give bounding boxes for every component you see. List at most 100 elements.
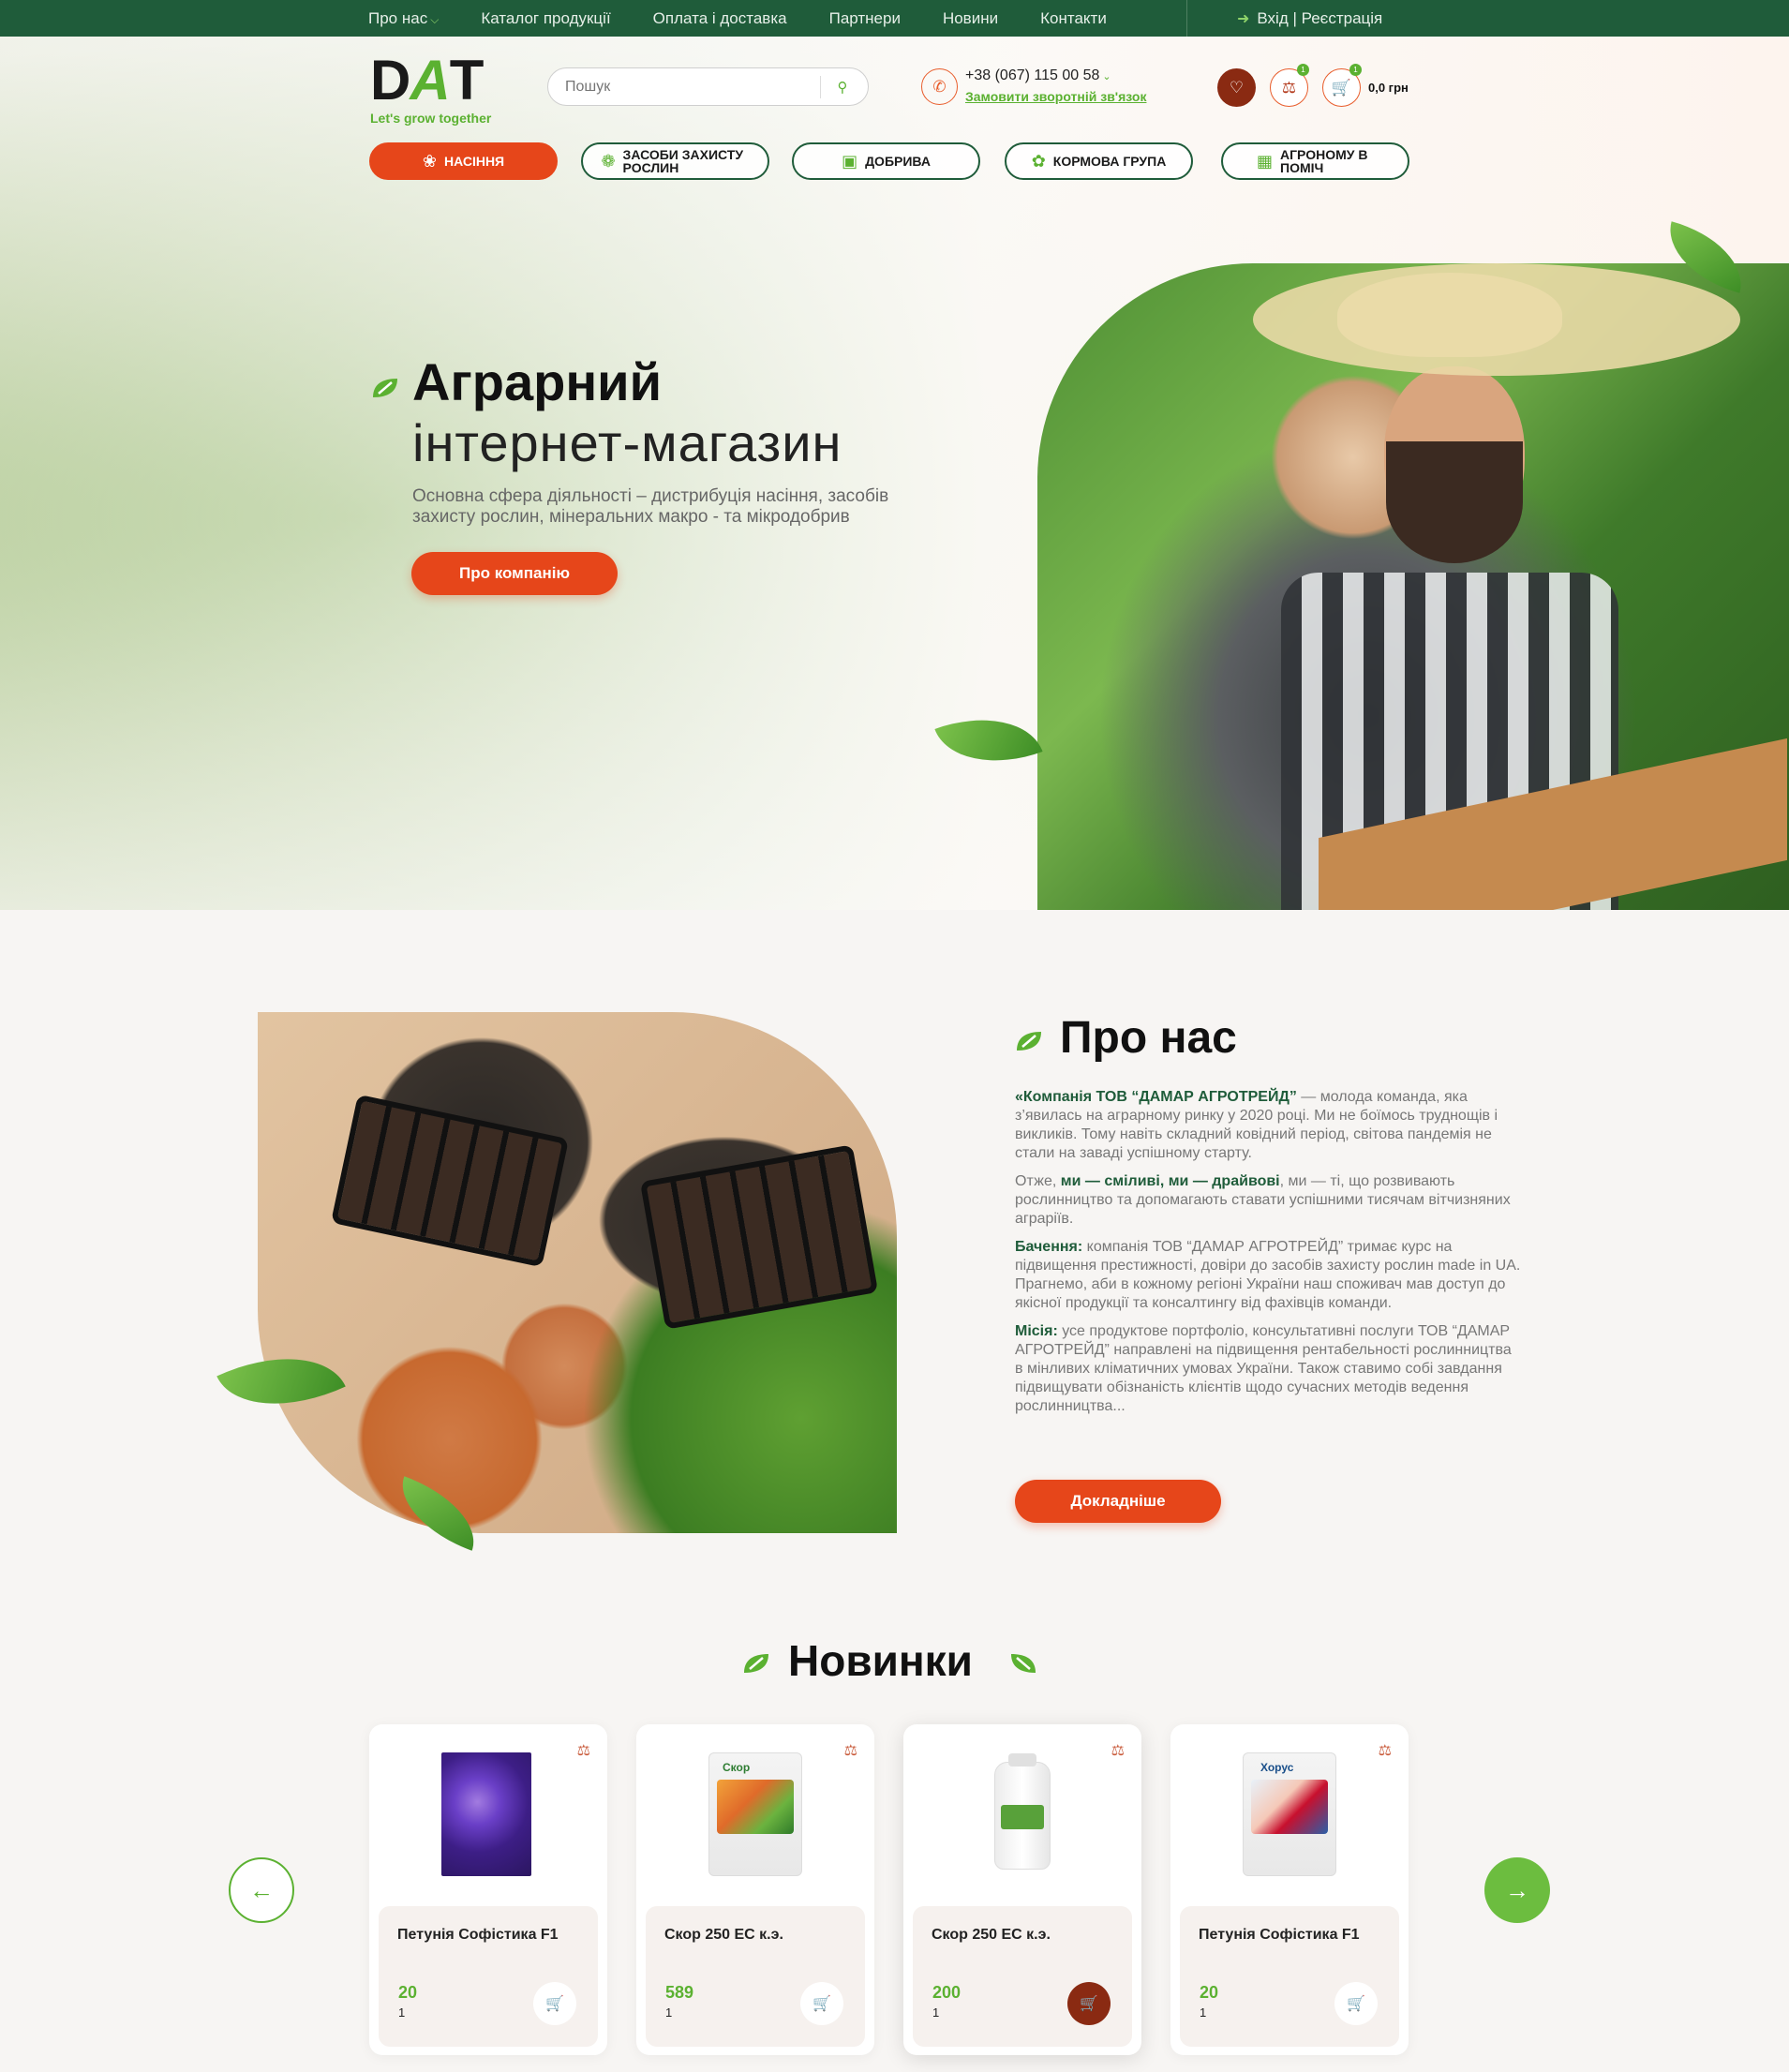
cart-icon: 🛒: [1347, 1996, 1365, 2012]
product-info: Скор 250 ЕС к.э. 589 1 🛒: [646, 1906, 865, 2047]
fertilizer-icon: ▣: [842, 152, 858, 171]
product-name[interactable]: Петунія Софістика F1: [397, 1927, 559, 1944]
divider: [1186, 0, 1187, 37]
product-info: Скор 250 ЕС к.э. 200 1 🛒: [913, 1906, 1132, 2047]
cart-icon: 🛒: [1331, 78, 1352, 97]
hero-title-secondary: інтернет-магазин: [412, 413, 842, 472]
product-info: Петунія Софістика F1 20 1 🛒: [1180, 1906, 1399, 2047]
top-menu-contacts[interactable]: Контакти: [1040, 9, 1107, 28]
leaf-icon: [1017, 1032, 1041, 1051]
top-menu: Про нас ⌵ Каталог продукції Оплата і дост…: [368, 0, 1149, 37]
cart-icon: 🛒: [813, 1996, 831, 2012]
about-paragraph: «Компанія ТОВ “ДАМАР АГРОТРЕЙД” — молода…: [1015, 1089, 1498, 1161]
logo[interactable]: DAT Let's grow together: [370, 52, 525, 127]
leaf-icon: [744, 1654, 768, 1673]
leaf-icon: [1011, 1654, 1036, 1673]
product-name[interactable]: Скор 250 ЕС к.э.: [932, 1927, 1051, 1944]
product-image[interactable]: Хорус: [1243, 1752, 1336, 1876]
product-card[interactable]: ⚖ Скор Скор 250 ЕС к.э. 589 1 🛒: [636, 1724, 874, 2055]
news-title: Новинки: [788, 1636, 973, 1685]
product-name[interactable]: Петунія Софістика F1: [1199, 1927, 1360, 1944]
search-divider: [820, 76, 821, 98]
about-paragraph: Місія: усе продуктове портфоліо, консуль…: [1015, 1323, 1512, 1414]
decor-leaf: [934, 696, 1043, 784]
chevron-down-icon: ⌵: [430, 12, 440, 26]
pack-label: Хорус: [1260, 1761, 1294, 1774]
category-fertilizers[interactable]: ▣ ДОБРИВА: [792, 142, 980, 180]
logo-tagline: Let's grow together: [370, 111, 492, 126]
hero-farmer-photo: [1037, 263, 1789, 910]
compare-icon[interactable]: ⚖: [577, 1741, 590, 1760]
phone-icon[interactable]: ✆: [921, 68, 958, 105]
add-to-cart-button[interactable]: 🛒: [1067, 1982, 1111, 2025]
hat: [1337, 273, 1562, 357]
product-price: 20: [1200, 1983, 1219, 2002]
category-agronomist[interactable]: ▦ АГРОНОМУ В ПОМІЧ: [1221, 142, 1409, 180]
cart-total: 0,0 грн: [1368, 81, 1409, 95]
login-icon: ➜: [1237, 10, 1250, 27]
search-box: ⚲: [547, 67, 869, 106]
compare-icon[interactable]: ⚖: [844, 1741, 857, 1760]
add-to-cart-button[interactable]: 🛒: [533, 1982, 576, 2025]
category-seeds[interactable]: ❀ НАСІННЯ: [369, 142, 558, 180]
bottle: [994, 1753, 1051, 1870]
seed-icon: ❀: [422, 152, 437, 171]
agronomist-icon: ▦: [1256, 152, 1273, 171]
search-button[interactable]: ⚲: [826, 73, 859, 101]
product-card[interactable]: ⚖ Хорус Петунія Софістика F1 20 1 🛒: [1170, 1724, 1409, 2055]
compare-button[interactable]: ⚖ 1: [1270, 64, 1309, 107]
add-to-cart-button[interactable]: 🛒: [1334, 1982, 1378, 2025]
cart-icon: 🛒: [545, 1996, 564, 2012]
bottle-cap: [1008, 1753, 1036, 1766]
product-image[interactable]: Скор: [708, 1752, 802, 1876]
category-plant-protection[interactable]: ❁ ЗАСОБИ ЗАХИСТУ РОСЛИН: [581, 142, 769, 180]
compare-icon[interactable]: ⚖: [1379, 1741, 1392, 1760]
more-button[interactable]: Докладніше: [1015, 1480, 1221, 1523]
pack-label: Скор: [723, 1761, 751, 1774]
seedling-tray: [639, 1144, 879, 1330]
login-link[interactable]: ➜ Вхід | Реєстрація: [1237, 0, 1382, 37]
product-price: 200: [932, 1983, 962, 2002]
search-icon: ⚲: [837, 80, 848, 96]
product-image[interactable]: [441, 1752, 531, 1876]
search-input[interactable]: [565, 76, 818, 98]
bottle-label: [1001, 1805, 1044, 1829]
login-label: Вхід | Реєстрація: [1257, 8, 1383, 27]
product-card[interactable]: ⚖ Скор 250 ЕС к.э. 200 1 🛒: [903, 1724, 1141, 2055]
product-qty: 1: [932, 2005, 940, 2020]
phone-number[interactable]: +38 (067) 115 00 58 ⌄: [965, 67, 1111, 84]
carousel-prev-button[interactable]: ←: [229, 1857, 294, 1923]
add-to-cart-button[interactable]: 🛒: [800, 1982, 843, 2025]
top-menu-partners[interactable]: Партнери: [829, 9, 901, 28]
feed-icon: ✿: [1031, 152, 1046, 171]
about-company-button[interactable]: Про компанію: [411, 552, 618, 595]
beard: [1386, 441, 1523, 563]
hero-subtitle: Основна сфера діяльності – дистрибуція н…: [412, 486, 889, 527]
about-title: Про нас: [1060, 1013, 1237, 1063]
product-qty: 1: [398, 2005, 406, 2020]
product-name[interactable]: Скор 250 ЕС к.э.: [664, 1927, 783, 1944]
compare-icon[interactable]: ⚖: [1111, 1741, 1125, 1760]
top-menu-payment[interactable]: Оплата і доставка: [653, 9, 787, 28]
compare-icon: ⚖: [1281, 78, 1297, 97]
top-menu-catalog[interactable]: Каталог продукції: [481, 9, 610, 28]
about-text: «Компанія ТОВ “ДАМАР АГРОТРЕЙД” — молода…: [1015, 1088, 1521, 1425]
top-menu-about[interactable]: Про нас ⌵: [368, 9, 439, 28]
compare-badge: 1: [1297, 64, 1309, 76]
category-feed[interactable]: ✿ КОРМОВА ГРУПА: [1005, 142, 1193, 180]
cart-icon: 🛒: [1080, 1996, 1098, 2012]
carousel-next-button[interactable]: →: [1484, 1857, 1550, 1923]
cart-button[interactable]: 🛒 1: [1322, 64, 1362, 107]
plant-protection-icon: ❁: [601, 152, 616, 171]
top-menu-news[interactable]: Новини: [943, 9, 998, 28]
pack-art: [717, 1780, 794, 1834]
product-image[interactable]: [976, 1752, 1069, 1876]
top-bar: Про нас ⌵ Каталог продукції Оплата і дост…: [0, 0, 1789, 37]
product-card[interactable]: ⚖ Петунія Софістика F1 20 1 🛒: [369, 1724, 607, 2055]
product-info: Петунія Софістика F1 20 1 🛒: [379, 1906, 598, 2047]
favorites-button[interactable]: ♡: [1217, 68, 1256, 107]
product-qty: 1: [1200, 2005, 1207, 2020]
callback-link[interactable]: Замовити зворотній зв'язок: [965, 89, 1146, 104]
product-price: 20: [398, 1983, 418, 2002]
chevron-down-icon: ⌄: [1102, 71, 1111, 82]
